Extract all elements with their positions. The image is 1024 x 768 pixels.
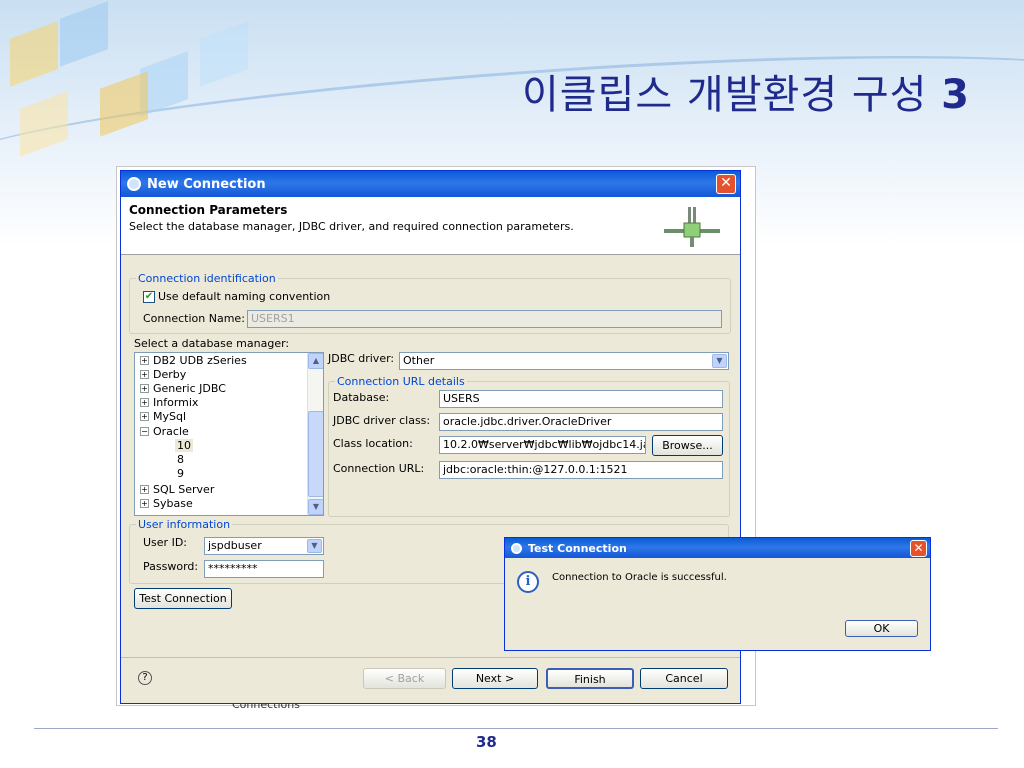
tree-item-sybase[interactable]: + Sybase — [140, 497, 193, 510]
close-button[interactable]: ✕ — [716, 174, 736, 194]
password-input[interactable]: ********* — [204, 560, 324, 578]
dialog-titlebar: New Connection ✕ — [121, 171, 740, 197]
collapse-icon[interactable]: − — [140, 427, 149, 436]
connection-plug-icon — [664, 207, 720, 247]
user-id-label: User ID: — [143, 536, 187, 549]
page-number: 38 — [476, 733, 497, 751]
decorative-cube — [60, 1, 108, 67]
expand-icon[interactable]: + — [140, 384, 149, 393]
use-default-naming-checkbox[interactable]: ✔ — [143, 291, 155, 303]
dialog-title: New Connection — [147, 176, 266, 192]
user-id-combo[interactable]: jspdbuser ▼ — [204, 537, 324, 555]
jdbc-driver-label: JDBC driver: — [328, 352, 395, 365]
connection-url-label: Connection URL: — [333, 462, 425, 475]
tree-item-mysql[interactable]: + MySql — [140, 410, 186, 423]
expand-icon[interactable]: + — [140, 398, 149, 407]
password-label: Password: — [143, 560, 199, 573]
tree-item-oracle-10[interactable]: 10 — [175, 439, 193, 452]
driver-class-label: JDBC driver class: — [333, 414, 431, 427]
chevron-down-icon[interactable]: ▼ — [712, 354, 727, 368]
class-location-label: Class location: — [333, 437, 413, 450]
expand-icon[interactable]: + — [140, 499, 149, 508]
browse-button[interactable]: Browse... — [652, 435, 723, 456]
next-button[interactable]: Next > — [452, 668, 538, 689]
scroll-thumb[interactable] — [308, 411, 323, 497]
connection-name-label: Connection Name: — [143, 312, 245, 325]
chevron-down-icon[interactable]: ▼ — [307, 539, 322, 553]
select-db-manager-label: Select a database manager: — [134, 337, 290, 350]
eclipse-icon — [127, 177, 141, 191]
info-icon: i — [517, 571, 539, 593]
expand-icon[interactable]: + — [140, 485, 149, 494]
footer-line — [34, 728, 998, 729]
jdbc-driver-value: Other — [403, 354, 435, 367]
jdbc-driver-select[interactable]: Other ▼ — [399, 352, 729, 370]
slide-title: 이클립스 개발환경 구성 3 — [522, 62, 970, 120]
header-title: Connection Parameters — [129, 203, 288, 217]
help-icon[interactable]: ? — [138, 671, 152, 685]
tree-item-oracle[interactable]: − Oracle — [140, 425, 189, 438]
decorative-cube — [10, 21, 58, 87]
slide-title-number: 3 — [941, 72, 970, 118]
popup-message: Connection to Oracle is successful. — [552, 572, 727, 583]
class-location-input[interactable]: 10.2.0₩server₩jdbc₩lib₩ojdbc14.jar — [439, 436, 646, 454]
connection-name-input[interactable]: USERS1 — [247, 310, 722, 328]
scroll-up-icon[interactable]: ▲ — [308, 353, 323, 369]
test-connection-dialog: Test Connection ✕ i Connection to Oracle… — [504, 537, 931, 651]
eclipse-icon — [511, 542, 522, 554]
tree-item-db2[interactable]: + DB2 UDB zSeries — [140, 354, 247, 367]
slide-title-main: 이클립스 개발환경 구성 — [522, 72, 928, 118]
cancel-button[interactable]: Cancel — [640, 668, 728, 689]
popup-title: Test Connection — [528, 541, 627, 555]
database-label: Database: — [333, 391, 390, 404]
connection-url-details-legend: Connection URL details — [337, 375, 465, 388]
tree-scrollbar[interactable]: ▲ ▼ — [307, 353, 323, 515]
ok-button[interactable]: OK — [845, 620, 918, 637]
tree-item-generic-jdbc[interactable]: + Generic JDBC — [140, 382, 226, 395]
connection-identification-legend: Connection identification — [138, 272, 276, 285]
database-input[interactable]: USERS — [439, 390, 723, 408]
connection-url-input[interactable]: jdbc:oracle:thin:@127.0.0.1:1521 — [439, 461, 723, 479]
tree-item-oracle-9[interactable]: 9 — [177, 467, 184, 480]
tree-item-sql-server[interactable]: + SQL Server — [140, 483, 214, 496]
dialog-header: Connection Parameters Select the databas… — [121, 197, 740, 255]
header-description: Select the database manager, JDBC driver… — [129, 220, 574, 233]
tree-item-derby[interactable]: + Derby — [140, 368, 186, 381]
db-manager-tree[interactable]: + DB2 UDB zSeries + Derby + Generic JDBC + I… — [134, 352, 324, 516]
expand-icon[interactable]: + — [140, 412, 149, 421]
use-default-naming-label: Use default naming convention — [158, 290, 331, 303]
decorative-cube — [200, 21, 248, 87]
user-information-legend: User information — [138, 518, 231, 531]
tree-item-oracle-8[interactable]: 8 — [177, 453, 184, 466]
back-button[interactable]: < Back — [363, 668, 446, 689]
tree-item-informix[interactable]: + Informix — [140, 396, 198, 409]
driver-class-input[interactable]: oracle.jdbc.driver.OracleDriver — [439, 413, 723, 431]
popup-close-button[interactable]: ✕ — [910, 539, 927, 557]
user-id-value: jspdbuser — [208, 539, 262, 552]
finish-button[interactable]: Finish — [546, 668, 634, 689]
expand-icon[interactable]: + — [140, 370, 149, 379]
popup-titlebar: Test Connection ✕ — [505, 538, 930, 558]
scroll-down-icon[interactable]: ▼ — [308, 499, 323, 515]
test-connection-button[interactable]: Test Connection — [134, 588, 232, 609]
footer-divider — [121, 657, 740, 658]
expand-icon[interactable]: + — [140, 356, 149, 365]
